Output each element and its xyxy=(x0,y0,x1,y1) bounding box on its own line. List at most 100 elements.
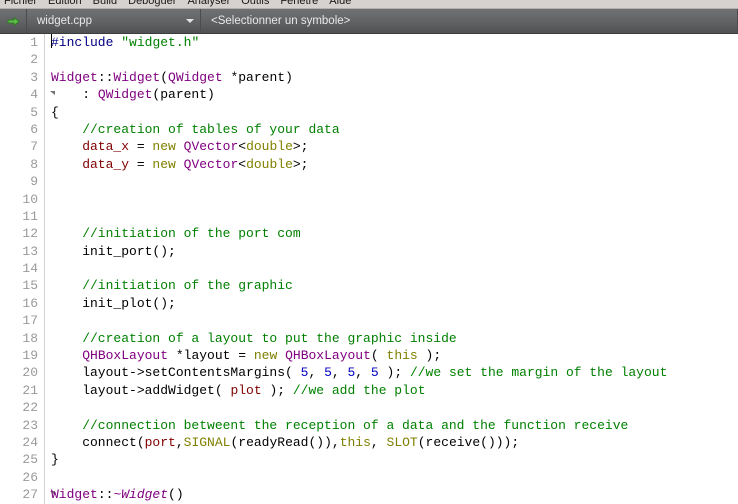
code-token: < xyxy=(238,139,246,154)
code-line[interactable]: Widget::Widget(QWidget *parent) xyxy=(45,69,738,86)
code-token: *layout = xyxy=(168,348,254,363)
code-line[interactable]: : QWidget(parent) xyxy=(45,86,738,103)
menu-item[interactable]: Outils xyxy=(241,0,269,7)
menu-item[interactable]: Fenêtre xyxy=(280,0,318,7)
menu-bar-items[interactable]: Fichier Édition Build Déboguer Analyser Outil… xyxy=(4,0,362,7)
code-token: double xyxy=(246,139,293,154)
right-arrow-icon xyxy=(7,16,20,27)
menu-item[interactable]: Fichier xyxy=(4,0,37,7)
code-line[interactable] xyxy=(45,51,738,68)
code-line[interactable]: //connection betweent the reception of a… xyxy=(45,417,738,434)
symbol-selector-label: <Selectionner un symbole> xyxy=(211,15,350,27)
line-number: 13 xyxy=(0,243,44,260)
code-token: layout->setContentsMargins( xyxy=(51,365,301,380)
code-token: Widget xyxy=(51,70,98,85)
code-token: #include xyxy=(51,35,113,50)
code-token: //creation of tables of your data xyxy=(51,122,340,137)
file-selector-label: widget.cpp xyxy=(37,15,92,27)
line-number: 7 xyxy=(0,138,44,155)
line-number: 12 xyxy=(0,225,44,242)
code-token: >; xyxy=(293,157,309,172)
line-number: 21 xyxy=(0,382,44,399)
code-line[interactable]: //initiation of the graphic xyxy=(45,277,738,294)
code-token: >; xyxy=(293,139,309,154)
code-token: ( xyxy=(160,70,168,85)
code-token: , xyxy=(176,435,184,450)
code-token: QVector xyxy=(184,139,239,154)
code-token: init_plot(); xyxy=(51,296,176,311)
line-number: 5 xyxy=(0,104,44,121)
code-line[interactable]: //creation of tables of your data xyxy=(45,121,738,138)
code-line[interactable]: //creation of a layout to put the graphi… xyxy=(45,330,738,347)
line-number-gutter[interactable]: 1234567891011121314151617181920212223242… xyxy=(0,34,45,504)
code-line[interactable]: QHBoxLayout *layout = new QHBoxLayout( t… xyxy=(45,347,738,364)
chevron-down-icon xyxy=(186,19,194,23)
code-token: = xyxy=(129,157,152,172)
line-number: 27 xyxy=(0,486,44,503)
code-text-area[interactable]: #include "widget.h" Widget::Widget(QWidg… xyxy=(45,34,738,504)
code-token: ); xyxy=(379,365,410,380)
line-number: 15 xyxy=(0,277,44,294)
code-line[interactable]: } xyxy=(45,451,738,468)
line-number: 14 xyxy=(0,260,44,277)
line-number: 23 xyxy=(0,417,44,434)
code-token: } xyxy=(51,452,59,467)
line-number: 25 xyxy=(0,451,44,468)
code-token: SLOT xyxy=(387,435,418,450)
line-number: 9 xyxy=(0,173,44,190)
line-number: 26 xyxy=(0,469,44,486)
symbol-selector-combo[interactable]: <Selectionner un symbole> xyxy=(201,9,738,33)
line-number: 16 xyxy=(0,295,44,312)
code-token: new xyxy=(152,139,175,154)
menu-item[interactable]: Déboguer xyxy=(128,0,176,7)
code-line[interactable] xyxy=(45,173,738,190)
code-line[interactable]: init_plot(); xyxy=(45,295,738,312)
code-line[interactable]: data_x = new QVector<double>; xyxy=(45,138,738,155)
code-token: (receive())); xyxy=(418,435,519,450)
code-line[interactable] xyxy=(45,208,738,225)
code-editor[interactable]: 1234567891011121314151617181920212223242… xyxy=(0,34,738,504)
code-token: data_x xyxy=(51,139,129,154)
menu-item[interactable]: Édition xyxy=(48,0,82,7)
code-line[interactable] xyxy=(45,399,738,416)
code-line[interactable]: layout->setContentsMargins( 5, 5, 5, 5 )… xyxy=(45,364,738,381)
code-token: (parent) xyxy=(152,87,214,102)
file-selector-combo[interactable]: widget.cpp xyxy=(27,9,201,33)
line-number: 8 xyxy=(0,156,44,173)
menu-bar[interactable]: Fichier Édition Build Déboguer Analyser Outil… xyxy=(0,0,738,9)
code-token: ~Widget xyxy=(113,487,168,502)
code-token: data_y xyxy=(51,157,129,172)
code-token: , xyxy=(355,365,371,380)
code-line[interactable] xyxy=(45,260,738,277)
code-line[interactable]: //initiation of the port com xyxy=(45,225,738,242)
code-token: , xyxy=(332,365,348,380)
code-token: //initiation of the graphic xyxy=(51,278,293,293)
code-token: 5 xyxy=(371,365,379,380)
code-line[interactable] xyxy=(45,191,738,208)
code-line[interactable]: { xyxy=(45,104,738,121)
code-token: :: xyxy=(98,487,114,502)
code-token: Widget xyxy=(113,70,160,85)
code-token: ); xyxy=(262,383,293,398)
code-token: //initiation of the port com xyxy=(51,226,301,241)
line-number: 20 xyxy=(0,364,44,381)
code-token: layout->addWidget( xyxy=(51,383,230,398)
menu-item[interactable]: Aide xyxy=(329,0,351,7)
code-line[interactable]: data_y = new QVector<double>; xyxy=(45,156,738,173)
code-token: "widget.h" xyxy=(121,35,199,50)
code-line[interactable]: Widget::~Widget() xyxy=(45,486,738,503)
code-token: , xyxy=(371,435,387,450)
line-number: 22 xyxy=(0,399,44,416)
code-line[interactable]: #include "widget.h" xyxy=(45,34,738,51)
menu-item[interactable]: Build xyxy=(93,0,117,7)
code-line[interactable] xyxy=(45,312,738,329)
code-line[interactable] xyxy=(45,469,738,486)
code-line[interactable]: init_port(); xyxy=(45,243,738,260)
code-token: //creation of a layout to put the graphi… xyxy=(51,331,457,346)
code-token: //we set the margin of the layout xyxy=(410,365,667,380)
navigate-forward-button[interactable] xyxy=(0,9,27,33)
code-line[interactable]: connect(port,SIGNAL(readyRead()),this, S… xyxy=(45,434,738,451)
code-line[interactable]: layout->addWidget( plot ); //we add the … xyxy=(45,382,738,399)
menu-item[interactable]: Analyser xyxy=(187,0,230,7)
code-token: *parent) xyxy=(223,70,293,85)
